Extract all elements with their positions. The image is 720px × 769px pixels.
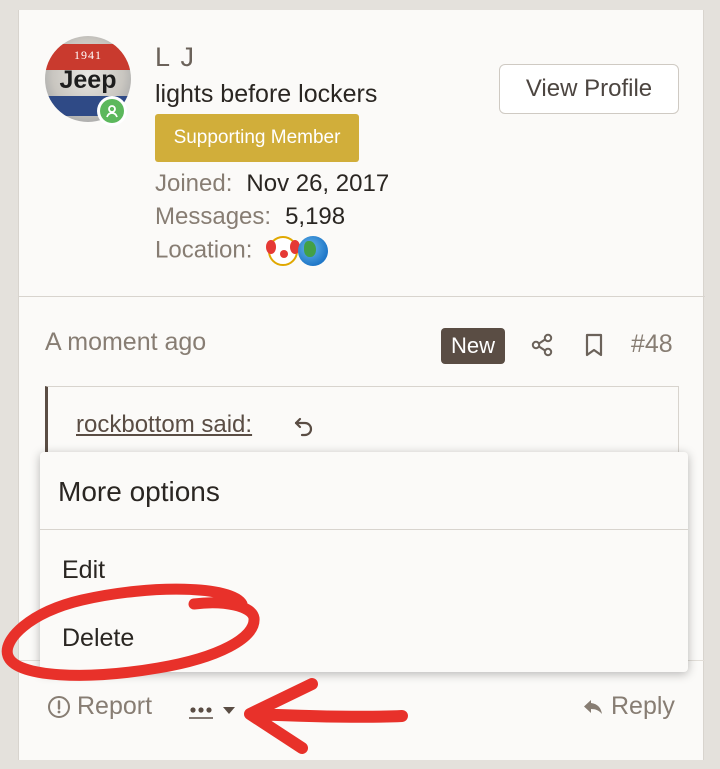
menu-header: More options	[40, 452, 688, 530]
globe-icon	[298, 236, 329, 266]
post-timestamp[interactable]: A moment ago	[45, 328, 206, 357]
bookmark-icon[interactable]	[583, 332, 605, 363]
post-number-link[interactable]: #48	[631, 330, 673, 359]
supporting-member-badge: Supporting Member	[155, 114, 359, 162]
clown-face-icon	[266, 236, 301, 266]
report-link[interactable]: Report	[47, 692, 152, 721]
messages-label: Messages:	[155, 203, 272, 230]
new-badge: New	[441, 328, 505, 364]
menu-item-delete-label: Delete	[62, 624, 135, 652]
menu-item-edit-label: Edit	[62, 556, 106, 584]
share-icon[interactable]	[529, 332, 555, 363]
view-profile-button[interactable]: View Profile	[499, 64, 679, 114]
header-divider	[19, 296, 705, 297]
reply-label: Reply	[611, 692, 675, 720]
jump-to-quote-icon[interactable]	[292, 413, 316, 442]
online-status-icon	[97, 96, 127, 126]
more-options-button[interactable]	[187, 698, 239, 726]
menu-title: More options	[58, 476, 220, 507]
username[interactable]: L J	[155, 42, 196, 73]
alert-circle-icon	[48, 695, 70, 718]
menu-item-delete[interactable]: Delete	[40, 604, 688, 672]
joined-stat: Joined: Nov 26, 2017	[155, 170, 389, 198]
reply-arrow-icon	[584, 699, 602, 714]
joined-value: Nov 26, 2017	[246, 170, 390, 197]
more-options-menu: More options Edit Delete	[40, 452, 688, 672]
location-stat: Location:	[155, 236, 329, 266]
report-label: Report	[77, 692, 153, 720]
user-title: lights before lockers	[155, 80, 378, 108]
location-label: Location:	[155, 236, 253, 264]
quote-author-link[interactable]: rockbottom said:	[76, 411, 252, 439]
joined-label: Joined:	[155, 170, 233, 197]
menu-item-edit[interactable]: Edit	[40, 536, 688, 604]
messages-stat: Messages: 5,198	[155, 203, 345, 231]
messages-value: 5,198	[285, 203, 346, 230]
avatar-year: 1941	[74, 48, 102, 62]
reply-link[interactable]: Reply	[581, 692, 675, 721]
avatar-logo-text: Jeep	[59, 66, 117, 94]
